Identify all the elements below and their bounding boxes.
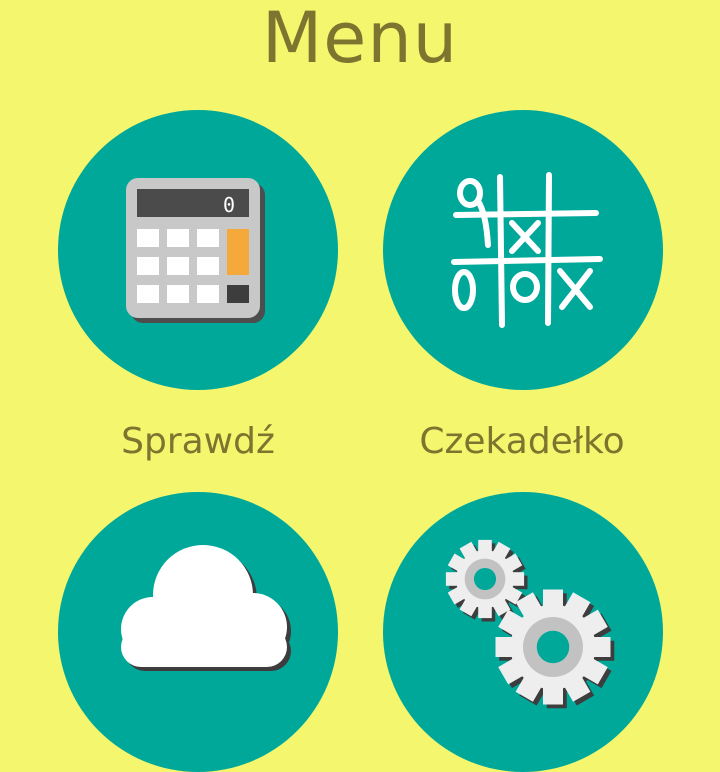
gears-icon xyxy=(445,539,615,709)
menu-tile-settings[interactable] xyxy=(383,492,663,772)
calculator-icon: 0 xyxy=(126,178,265,323)
menu-tile-czekadelko[interactable] xyxy=(383,110,663,390)
menu-label-sprawdz[interactable]: Sprawdź xyxy=(48,412,348,472)
menu-tile-sprawdz[interactable]: 0 xyxy=(58,110,338,390)
menu-label-czekadelko[interactable]: Czekadełko xyxy=(372,412,672,472)
menu-tile-cloud[interactable] xyxy=(58,492,338,772)
cloud-icon xyxy=(121,545,291,671)
tic-tac-toe-icon xyxy=(451,172,603,328)
page-title: Menu xyxy=(261,0,459,79)
calculator-display: 0 xyxy=(223,193,235,217)
